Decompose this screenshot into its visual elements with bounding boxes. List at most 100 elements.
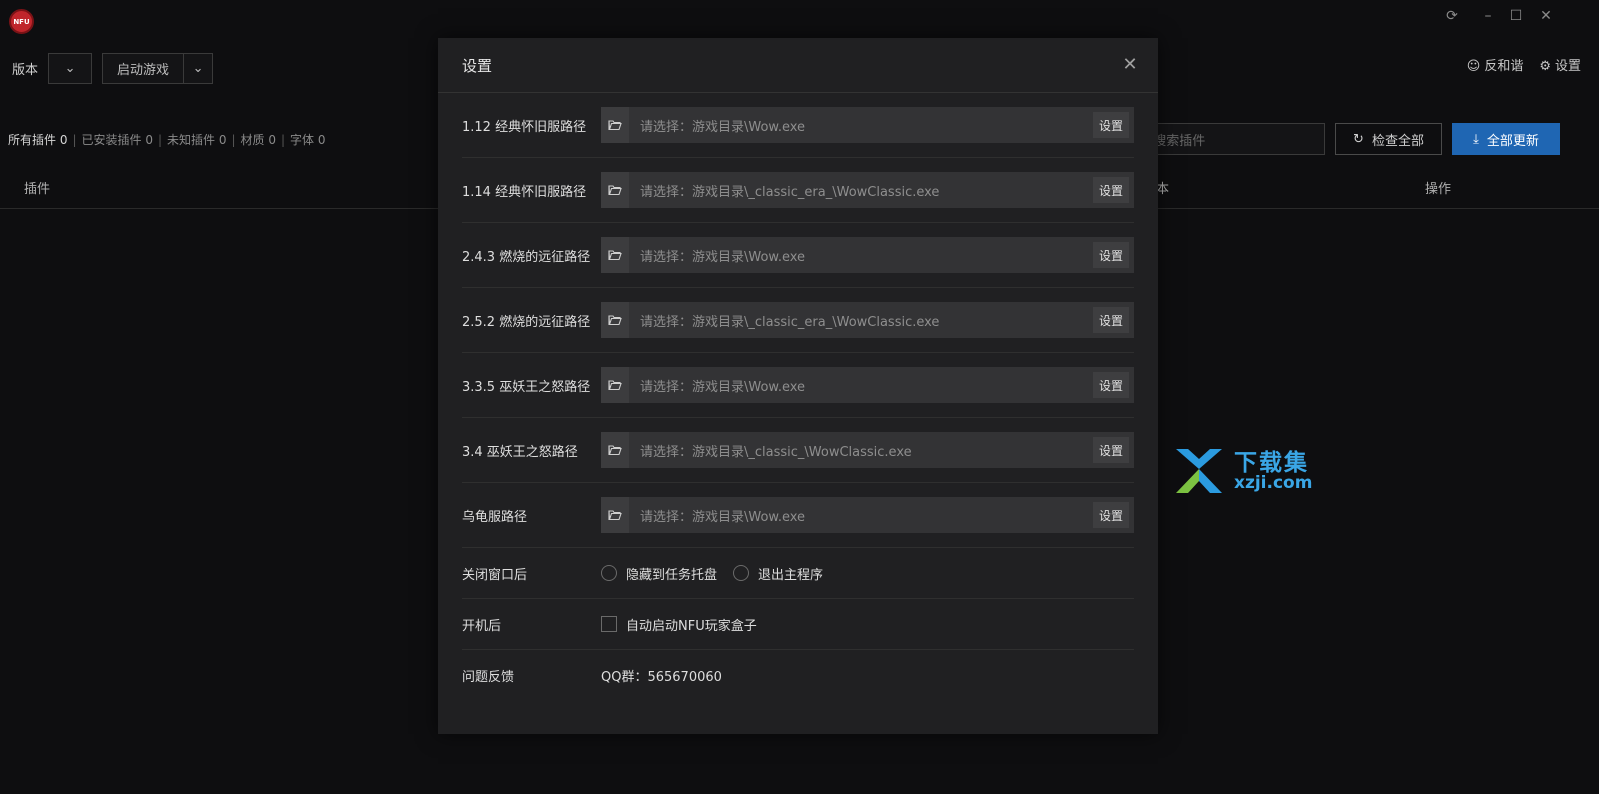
radio-hide-label: 隐藏到任务托盘 xyxy=(626,567,718,583)
radio-exit-label: 退出主程序 xyxy=(758,567,824,583)
set-path-button[interactable]: 设置 xyxy=(1093,242,1129,268)
path-input[interactable]: 请选择：游戏目录\Wow.exe 设置 xyxy=(601,237,1134,273)
path-input[interactable]: 请选择：游戏目录\Wow.exe 设置 xyxy=(601,107,1134,143)
launch-game-select[interactable]: 启动游戏 ⌄ xyxy=(102,53,214,84)
watermark-logo-icon xyxy=(1172,447,1226,497)
settings-label: 设置 xyxy=(1554,59,1581,74)
app-logo: NFU xyxy=(9,9,34,34)
settings-button[interactable]: ⚙ 设置 xyxy=(1539,55,1581,74)
path-row: 3.4 巫妖王之怒路径 请选择：游戏目录\_classic_\WowClassic… xyxy=(462,418,1134,483)
folder-open-icon[interactable] xyxy=(601,172,629,208)
path-placeholder: 请选择：游戏目录\Wow.exe xyxy=(640,379,806,395)
path-input[interactable]: 请选择：游戏目录\_classic_era_\WowClassic.exe 设置 xyxy=(601,172,1134,208)
feedback-label: 问题反馈 xyxy=(462,670,515,685)
refresh-icon: ↻ xyxy=(1353,131,1364,147)
path-row: 1.14 经典怀旧服路径 请选择：游戏目录\_classic_era_\WowCl… xyxy=(462,158,1134,223)
path-row: 2.4.3 燃烧的远征路径 请选择：游戏目录\Wow.exe 设置 xyxy=(462,223,1134,288)
path-placeholder: 请选择：游戏目录\_classic_era_\WowClassic.exe xyxy=(640,184,940,200)
path-placeholder: 请选择：游戏目录\Wow.exe xyxy=(640,249,806,265)
autostart-label: 自动启动NFU玩家盒子 xyxy=(626,618,757,634)
set-path-button[interactable]: 设置 xyxy=(1093,502,1129,528)
path-input[interactable]: 请选择：游戏目录\_classic_era_\WowClassic.exe 设置 xyxy=(601,302,1134,338)
modal-body: 1.12 经典怀旧服路径 请选择：游戏目录\Wow.exe 设置 1.14 经典怀旧服… xyxy=(438,93,1158,701)
col-op: 操作 xyxy=(1425,182,1452,197)
path-row: 1.12 经典怀旧服路径 请选择：游戏目录\Wow.exe 设置 xyxy=(462,93,1134,158)
search-placeholder: 搜索插件 xyxy=(1153,133,1206,149)
set-path-button[interactable]: 设置 xyxy=(1093,112,1129,138)
watermark-cn: 下载集 xyxy=(1234,450,1309,476)
startup-label: 开机后 xyxy=(462,618,502,634)
filter-all[interactable]: 所有插件 0 xyxy=(8,133,67,147)
filter-unknown[interactable]: 未知插件 0 xyxy=(167,133,226,147)
path-label: 2.4.3 燃烧的远征路径 xyxy=(462,249,591,265)
check-all-button[interactable]: ↻ 检查全部 xyxy=(1335,123,1442,155)
autostart-checkbox[interactable] xyxy=(601,616,617,632)
feedback-qq: QQ群：565670060 xyxy=(601,670,722,685)
close-behavior-row: 关闭窗口后 隐藏到任务托盘 退出主程序 xyxy=(462,548,1134,599)
smile-icon: ☺ xyxy=(1466,59,1481,74)
launch-game-label: 启动游戏 xyxy=(117,63,170,78)
folder-open-icon[interactable] xyxy=(601,237,629,273)
filter-materials[interactable]: 材质 0 xyxy=(241,133,276,147)
set-path-button[interactable]: 设置 xyxy=(1093,372,1129,398)
gear-icon: ⚙ xyxy=(1539,59,1551,74)
path-label: 2.5.2 燃烧的远征路径 xyxy=(462,314,591,330)
close-behavior-label: 关闭窗口后 xyxy=(462,567,528,583)
close-window-icon[interactable]: ✕ xyxy=(1536,8,1556,24)
version-label: 版本 xyxy=(12,63,39,78)
feedback-row: 问题反馈 QQ群：565670060 xyxy=(462,650,1134,701)
maximize-icon[interactable]: ☐ xyxy=(1506,8,1526,24)
radio-exit-program[interactable]: 退出主程序 xyxy=(733,564,823,583)
folder-open-icon[interactable] xyxy=(601,302,629,338)
path-label: 1.12 经典怀旧服路径 xyxy=(462,119,587,135)
update-all-label: 全部更新 xyxy=(1486,133,1539,149)
chevron-down-icon: ⌄ xyxy=(183,54,212,83)
folder-open-icon[interactable] xyxy=(601,367,629,403)
path-row: 乌龟服路径 请选择：游戏目录\Wow.exe 设置 xyxy=(462,483,1134,548)
path-input[interactable]: 请选择：游戏目录\Wow.exe 设置 xyxy=(601,367,1134,403)
modal-title: 设置 xyxy=(462,56,493,75)
path-label: 3.4 巫妖王之怒路径 xyxy=(462,444,578,460)
folder-open-icon[interactable] xyxy=(601,107,629,143)
path-label: 3.3.5 巫妖王之怒路径 xyxy=(462,379,591,395)
set-path-button[interactable]: 设置 xyxy=(1093,177,1129,203)
folder-open-icon[interactable] xyxy=(601,497,629,533)
check-all-label: 检查全部 xyxy=(1371,133,1424,149)
col-plugin: 插件 xyxy=(24,182,51,197)
path-placeholder: 请选择：游戏目录\Wow.exe xyxy=(640,509,806,525)
modal-header: 设置 ✕ xyxy=(438,38,1158,93)
anti-harmony-button[interactable]: ☺ 反和谐 xyxy=(1467,55,1524,74)
filter-installed[interactable]: 已安装插件 0 xyxy=(82,133,153,147)
search-input[interactable]: ⌕ 搜索插件 xyxy=(1135,123,1325,155)
settings-modal: 设置 ✕ 1.12 经典怀旧服路径 请选择：游戏目录\Wow.exe 设置 1.14 … xyxy=(438,38,1158,734)
update-all-button[interactable]: ⤓ 全部更新 xyxy=(1452,123,1560,155)
toolbar: 版本 ⌄ 启动游戏 ⌄ xyxy=(0,53,214,84)
path-input[interactable]: 请选择：游戏目录\_classic_\WowClassic.exe 设置 xyxy=(601,432,1134,468)
close-icon[interactable]: ✕ xyxy=(1120,54,1140,75)
filter-fonts[interactable]: 字体 0 xyxy=(290,133,325,147)
radio-hide-to-tray[interactable]: 隐藏到任务托盘 xyxy=(601,564,717,583)
path-placeholder: 请选择：游戏目录\Wow.exe xyxy=(640,119,806,135)
path-label: 乌龟服路径 xyxy=(462,509,528,525)
download-icon: ⤓ xyxy=(1473,131,1479,147)
minimize-icon[interactable]: – xyxy=(1478,8,1498,24)
path-label: 1.14 经典怀旧服路径 xyxy=(462,184,587,200)
path-placeholder: 请选择：游戏目录\_classic_era_\WowClassic.exe xyxy=(640,314,940,330)
startup-row: 开机后 自动启动NFU玩家盒子 xyxy=(462,599,1134,650)
set-path-button[interactable]: 设置 xyxy=(1093,437,1129,463)
top-right-actions: ☺ 反和谐 ⚙ 设置 xyxy=(1467,55,1581,74)
refresh-icon[interactable]: ⟳ xyxy=(1442,8,1462,24)
path-placeholder: 请选择：游戏目录\_classic_\WowClassic.exe xyxy=(640,444,912,460)
filter-tabs: 所有插件 0 | 已安装插件 0 | 未知插件 0 | 材质 0 | 字体 0 xyxy=(8,133,326,147)
watermark: 下载集 xzji.com xyxy=(1172,447,1312,497)
path-row: 2.5.2 燃烧的远征路径 请选择：游戏目录\_classic_era_\WowC… xyxy=(462,288,1134,353)
anti-harmony-label: 反和谐 xyxy=(1484,59,1524,74)
radio-circle-icon xyxy=(733,565,750,581)
chevron-down-icon: ⌄ xyxy=(64,61,76,76)
path-row: 3.3.5 巫妖王之怒路径 请选择：游戏目录\Wow.exe 设置 xyxy=(462,353,1134,418)
version-select[interactable]: ⌄ xyxy=(48,53,93,84)
path-input[interactable]: 请选择：游戏目录\Wow.exe 设置 xyxy=(601,497,1134,533)
folder-open-icon[interactable] xyxy=(601,432,629,468)
set-path-button[interactable]: 设置 xyxy=(1093,307,1129,333)
watermark-en: xzji.com xyxy=(1234,473,1313,494)
